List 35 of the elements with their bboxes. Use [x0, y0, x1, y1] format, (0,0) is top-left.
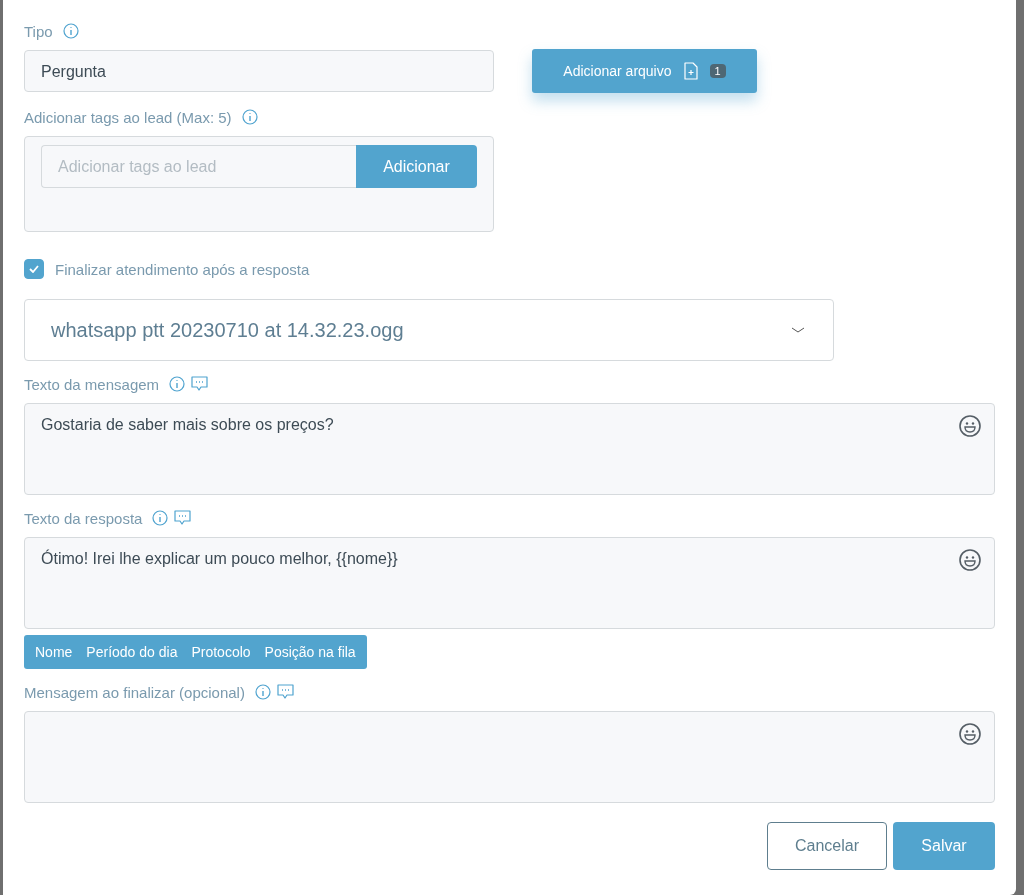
message-textarea[interactable]: Ótimo! Irei lhe explicar um pouco melhor, {{nome}}	[24, 537, 995, 629]
checkmark-icon	[29, 265, 39, 273]
emoji-icon[interactable]	[959, 549, 981, 571]
file-count-badge: 1	[709, 64, 726, 78]
field-label: Tipo	[24, 22, 53, 40]
finalize-checkbox[interactable]	[24, 259, 44, 279]
info-icon[interactable]	[254, 684, 271, 700]
info-icon[interactable]	[241, 109, 258, 125]
variable-chip[interactable]: Período do dia	[79, 635, 185, 669]
info-icon[interactable]	[62, 23, 79, 39]
field-label: Adicionar tags ao lead (Max: 5)	[24, 108, 232, 126]
chat-bubble-icon[interactable]	[276, 684, 294, 700]
variable-chip[interactable]: Protocolo	[184, 635, 258, 669]
variable-chip[interactable]: Posição na fila	[257, 635, 363, 669]
field-label: Mensagem ao finalizar (opcional)	[24, 683, 245, 701]
file-plus-icon	[683, 62, 698, 80]
audio-file-dropdown[interactable]: whatsapp ptt 20230710 at 14.32.23.ogg	[24, 299, 834, 361]
cancel-button[interactable]: Cancelar	[767, 822, 887, 870]
info-icon[interactable]	[152, 510, 169, 526]
add-file-button[interactable]: Adicionar arquivo 1	[532, 49, 757, 93]
emoji-icon[interactable]	[959, 415, 981, 437]
type-field[interactable]: Pergunta	[24, 50, 494, 92]
tag-input[interactable]: Adicionar tags ao lead	[41, 145, 356, 188]
add-tag-button[interactable]: Adicionar	[356, 145, 477, 188]
field-label: Texto da mensagem	[24, 375, 160, 393]
field-label: Texto da resposta	[24, 509, 143, 527]
info-icon[interactable]	[169, 376, 186, 392]
chat-bubble-icon[interactable]	[174, 510, 192, 526]
chevron-down-icon	[791, 327, 805, 333]
emoji-icon[interactable]	[959, 723, 981, 745]
checkbox-label[interactable]: Finalizar atendimento após a resposta	[55, 260, 310, 278]
save-button[interactable]: Salvar	[893, 822, 995, 870]
chat-bubble-icon[interactable]	[191, 376, 209, 392]
variable-chip[interactable]: Nome	[28, 635, 80, 669]
message-textarea[interactable]: Gostaria de saber mais sobre os preços?	[24, 403, 995, 495]
